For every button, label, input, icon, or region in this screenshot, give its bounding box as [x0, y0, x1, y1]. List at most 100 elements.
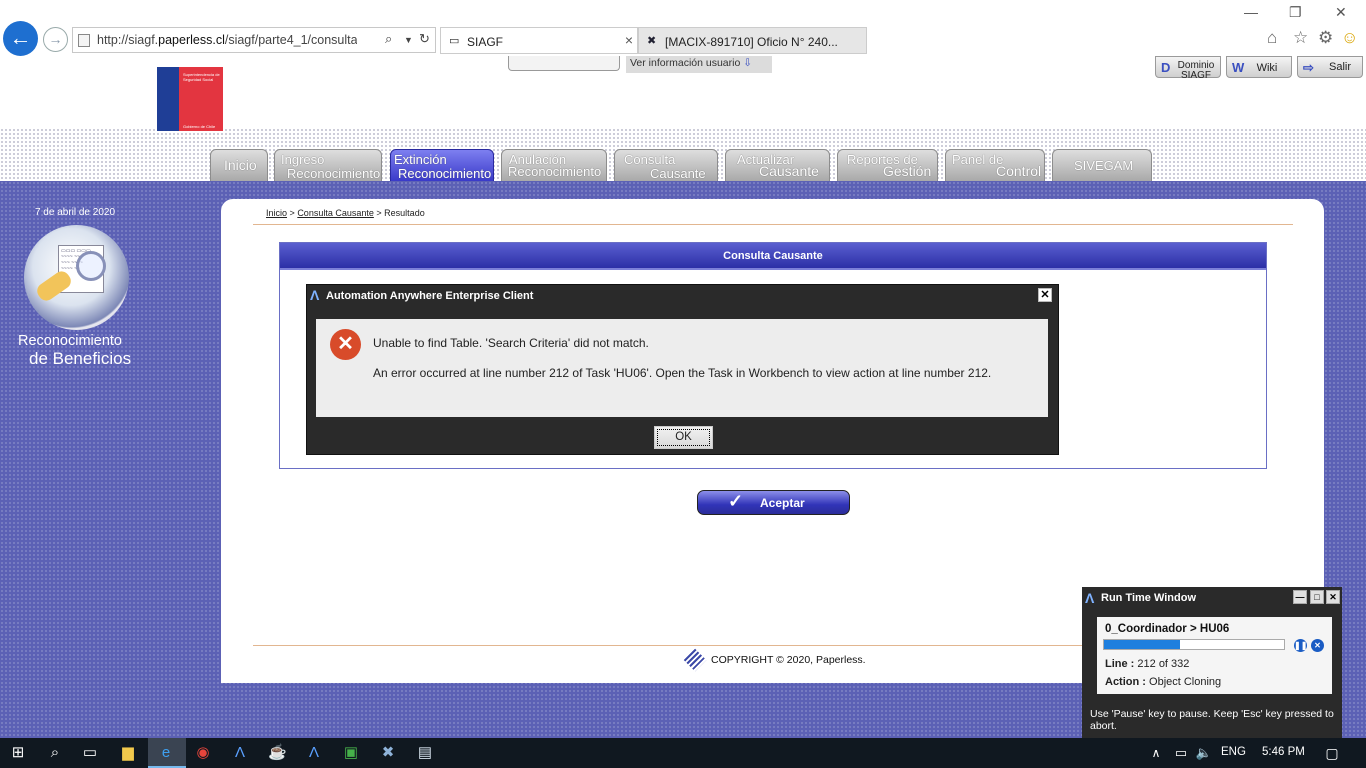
automation-anywhere-client-icon[interactable]: Λ: [305, 744, 323, 762]
error-detail: An error occurred at line number 212 of …: [373, 366, 992, 380]
browser-chrome: ← → http://siagf.paperless.cl/siagf/part…: [0, 0, 1366, 56]
error-icon: ✕: [330, 329, 361, 360]
brand-subtitle: de Beneficios: [29, 349, 132, 368]
stop-icon[interactable]: ✕: [1311, 639, 1324, 652]
nav-tab-inicio[interactable]: Inicio: [210, 149, 268, 181]
breadcrumb-separator: >: [376, 208, 382, 218]
notepad-icon[interactable]: ▤: [416, 744, 434, 762]
magnifier-document-emblem: ▭▭▭ ▭▭▭ ~~~~ ~~~ ~~~ ~~~~ ~~~~ ~~: [24, 225, 129, 330]
maximize-icon[interactable]: □: [1310, 590, 1324, 604]
internet-explorer-icon[interactable]: e: [157, 744, 175, 762]
automation-anywhere-icon: Λ: [310, 287, 320, 303]
brand-title: Reconocimiento: [18, 333, 122, 349]
network-icon[interactable]: ▭: [1172, 744, 1190, 762]
nav-tab-consulta-causante[interactable]: Consulta Causante: [614, 149, 718, 181]
nav-tab-extincion-reconocimiento[interactable]: Extinción Reconocimiento: [390, 149, 494, 181]
runtime-task-name: 0_Coordinador > HU06: [1105, 623, 1230, 635]
dialog-titlebar[interactable]: Λ Automation Anywhere Enterprise Client …: [307, 285, 1058, 306]
chevron-up-icon[interactable]: ∧: [1147, 744, 1165, 762]
tab-label: SIAGF: [467, 35, 504, 49]
error-message: Unable to find Table. 'Search Criteria' …: [373, 336, 649, 350]
run-time-window: Λ Run Time Window — □ ✕ 0_Coordinador > …: [1082, 587, 1342, 738]
clock[interactable]: 5:46 PM: [1262, 746, 1305, 758]
hand-icon: [34, 268, 74, 304]
address-bar[interactable]: http://siagf.paperless.cl/siagf/parte4_1…: [72, 27, 436, 53]
dominio-icon: D: [1161, 60, 1171, 75]
salir-button[interactable]: ⇨ Salir: [1297, 56, 1363, 78]
magnifier-icon: [76, 251, 106, 281]
close-window-icon[interactable]: ✕: [1335, 4, 1347, 21]
down-arrow-icon: ⇩: [743, 57, 753, 69]
windows-taskbar: ⊞ ⌕ ▭ ▆ e ◉ Λ ☕ Λ ▣ ✖ ▤ ∧ ▭ 🔈 ENG 5:46 P…: [0, 738, 1366, 768]
tab-siagf[interactable]: ▭ SIAGF ×: [440, 27, 638, 54]
url-text[interactable]: http://siagf.paperless.cl/siagf/parte4_1…: [97, 33, 357, 47]
copyright-text: COPYRIGHT © 2020, Paperless.: [711, 654, 866, 666]
breadcrumb-consulta-link[interactable]: Consulta Causante: [297, 208, 374, 218]
error-dialog: Λ Automation Anywhere Enterprise Client …: [306, 284, 1059, 455]
home-icon[interactable]: ⌂: [1267, 28, 1277, 48]
java-icon[interactable]: ☕: [268, 744, 287, 762]
progress-fill: [1104, 640, 1180, 649]
dialog-title: Automation Anywhere Enterprise Client: [326, 290, 534, 302]
automation-anywhere-icon[interactable]: Λ: [231, 744, 249, 762]
nav-tab-anulacion-reconocimiento[interactable]: Anulación Reconocimiento: [501, 149, 607, 181]
progress-bar: [1103, 639, 1285, 650]
breadcrumb-separator: >: [289, 208, 295, 218]
page-icon: [78, 34, 90, 47]
dropdown-icon[interactable]: ▼: [404, 35, 413, 45]
windows-start-icon[interactable]: ⊞: [9, 744, 27, 762]
site-header: Superintendencia de Seguridad Social Gob…: [0, 56, 1366, 181]
close-icon[interactable]: ✕: [1038, 288, 1052, 302]
paperless-logo-icon: [683, 648, 707, 672]
gear-icon[interactable]: ⚙: [1318, 28, 1333, 48]
nav-tab-panel-control[interactable]: Panel de Control: [945, 149, 1045, 181]
nav-tab-actualizar-causante[interactable]: Actualizar Causante: [725, 149, 830, 181]
aceptar-label: Aceptar: [760, 496, 805, 510]
restore-icon[interactable]: ❐: [1289, 4, 1302, 21]
search-icon[interactable]: ⌕: [46, 744, 64, 762]
nav-tab-ingreso-reconocimiento[interactable]: Ingreso Reconocimiento: [274, 149, 382, 181]
dominio-button[interactable]: D Dominio SIAGF: [1155, 56, 1221, 81]
wiki-icon: W: [1232, 60, 1245, 75]
user-info-link[interactable]: Ver información usuario ⇩: [626, 56, 772, 73]
logo-subtext: Gobierno de Chile: [183, 124, 216, 129]
runtime-line: Line : 212 of 332: [1105, 658, 1190, 670]
pause-icon[interactable]: ❚❚: [1294, 639, 1307, 652]
nav-tab-sivegam[interactable]: SIVEGAM: [1052, 149, 1152, 181]
runtime-titlebar[interactable]: Λ Run Time Window — □ ✕: [1082, 587, 1342, 609]
current-date: 7 de abril de 2020: [34, 207, 116, 218]
logout-arrow-icon: ⇨: [1303, 60, 1314, 75]
nav-tab-reportes-gestion[interactable]: Reportes de Gestión: [837, 149, 938, 181]
close-icon[interactable]: ✕: [1326, 590, 1340, 604]
page-icon: ▭: [449, 35, 460, 47]
dialog-body: ✕ Unable to find Table. 'Search Criteria…: [316, 319, 1048, 417]
runtime-hint: Use 'Pause' key to pause. Keep 'Esc' key…: [1090, 708, 1334, 732]
close-tab-icon[interactable]: ×: [625, 32, 633, 48]
task-view-icon[interactable]: ▭: [81, 744, 99, 762]
back-arrow-icon[interactable]: ←: [3, 21, 38, 56]
notifications-icon[interactable]: ▢: [1323, 744, 1341, 762]
volume-muted-icon[interactable]: 🔈: [1195, 744, 1213, 762]
wiki-button[interactable]: W Wiki: [1226, 56, 1292, 78]
tab-macix[interactable]: ✖ [MACIX-891710] Oficio N° 240...: [638, 27, 867, 54]
logo-text: Superintendencia de Seguridad Social: [183, 72, 220, 82]
favorites-star-icon[interactable]: ☆: [1293, 28, 1308, 48]
ok-button[interactable]: OK: [654, 426, 713, 449]
runtime-status: 0_Coordinador > HU06 ❚❚ ✕ Line : 212 of …: [1097, 617, 1332, 694]
refresh-icon[interactable]: ↻: [419, 31, 430, 47]
aceptar-button[interactable]: ✓ Aceptar: [697, 490, 850, 515]
app-icon[interactable]: ▣: [342, 744, 360, 762]
forward-arrow-icon[interactable]: →: [43, 27, 68, 52]
search-icon[interactable]: ⌕: [385, 31, 392, 47]
language-indicator[interactable]: ENG: [1221, 746, 1246, 758]
smiley-feedback-icon[interactable]: ☺: [1341, 28, 1358, 48]
minimize-icon[interactable]: —: [1293, 590, 1307, 604]
checkmark-icon: ✓: [728, 491, 744, 511]
minimize-icon[interactable]: —: [1244, 4, 1258, 20]
jira-icon[interactable]: ✖: [379, 744, 397, 762]
file-explorer-icon[interactable]: ▆: [119, 744, 137, 762]
chrome-icon[interactable]: ◉: [194, 744, 212, 762]
breadcrumb-inicio-link[interactable]: Inicio: [266, 208, 287, 218]
breadcrumb-current: Resultado: [384, 208, 425, 218]
user-box: [508, 56, 620, 71]
